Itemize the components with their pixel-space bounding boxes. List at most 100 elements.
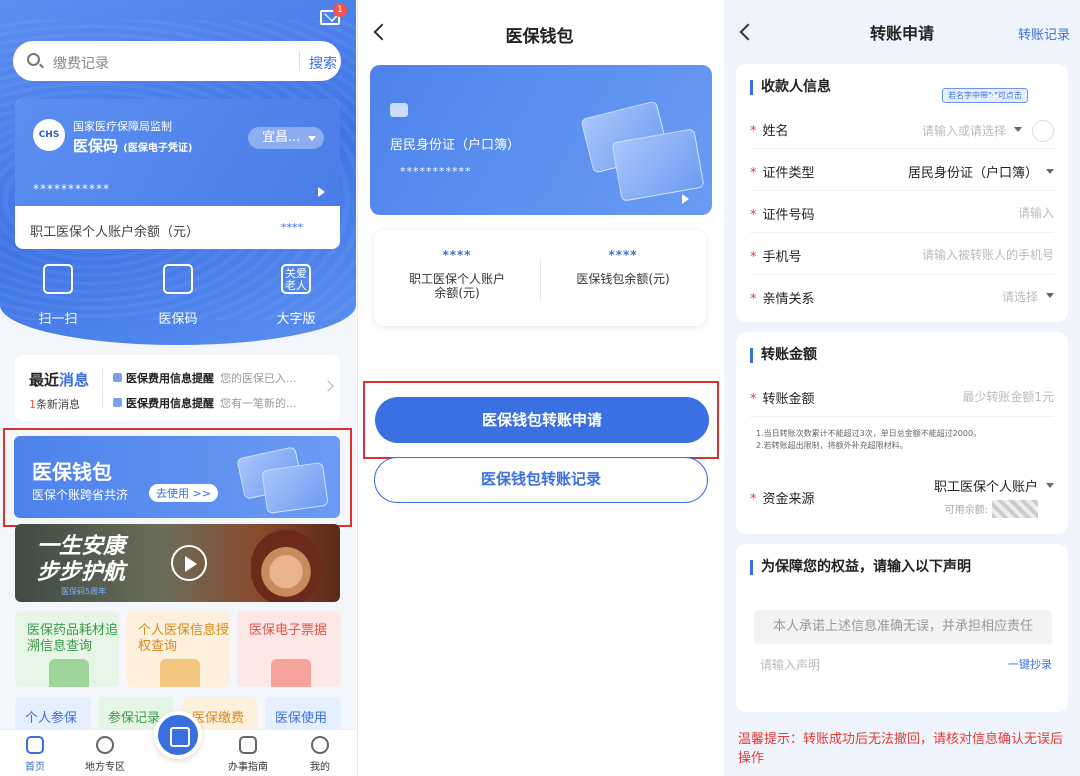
tab-label: 地方专区 <box>85 762 125 773</box>
card-title-note: (医保电子凭证) <box>123 143 193 154</box>
search-bar[interactable]: 缴费记录 搜索 <box>13 41 341 81</box>
qr-code-fab[interactable] <box>154 711 202 759</box>
middle-dot-hint[interactable]: 若名字中带"·"可点击 <box>942 88 1028 103</box>
payee-name-input[interactable]: 请输入或请选择 <box>922 120 1054 142</box>
medical-insurance-code-card[interactable]: CHS 国家医疗保障局监制 医保码 (医保电子凭证) 宜昌... *******… <box>15 99 340 249</box>
quick-scan-label: 扫一扫 <box>38 312 78 327</box>
fund-source-row[interactable]: 资金来源 职工医保个人账户 可用余额: <box>750 472 1054 522</box>
city-selector[interactable]: 宜昌... <box>248 127 324 149</box>
card-title: 医保码 (医保电子凭证) <box>73 135 192 156</box>
local-zone-icon <box>96 736 114 754</box>
promo-small: 医保码5周年 <box>61 587 107 596</box>
tab-profile[interactable]: 我的 <box>290 736 350 773</box>
phone-row[interactable]: 手机号 请输入被转账人的手机号 <box>750 234 1054 275</box>
nav-bar: 转账申请 转账记录 <box>724 0 1080 64</box>
balance-label: 医保钱包余额(元) <box>576 272 670 286</box>
balance-value: **** <box>608 248 638 262</box>
card-number: *********** <box>400 165 472 178</box>
quick-qr-code[interactable]: 医保码 <box>138 264 218 327</box>
play-icon[interactable] <box>171 545 207 581</box>
balance-label: 职工医保个人账户余额（元） <box>30 225 200 240</box>
amount-rule-2: 2.若转账超出限制，将额外补充超限材料。 <box>756 441 908 450</box>
quick-qr-label: 医保码 <box>158 312 198 327</box>
tab-label: 我的 <box>310 762 330 773</box>
transfer-apply-button[interactable]: 医保钱包转账申请 <box>375 397 709 443</box>
message-item[interactable]: 医保费用信息提醒 您有一笔新的... <box>113 395 297 411</box>
promo-headline-line2: 步步护航 <box>37 560 126 585</box>
nav-bar: 医保钱包 <box>358 0 721 64</box>
search-button[interactable]: 搜索 <box>309 53 337 73</box>
card-number: *********** <box>33 182 110 196</box>
relationship-select[interactable]: 请选择 <box>1002 288 1054 305</box>
card-header: CHS 国家医疗保障局监制 医保码 (医保电子凭证) 宜昌... *******… <box>15 99 340 206</box>
field-label: 证件号码 <box>750 204 815 223</box>
wallet-screen: 医保钱包 居民身份证（户口簿） *********** **** 职工医保个人账… <box>357 0 721 776</box>
promo-headline-line1: 一生安康 <box>37 534 126 559</box>
card-arrow-icon[interactable] <box>682 194 694 204</box>
message-icon <box>113 398 122 407</box>
id-type-select[interactable]: 居民身份证（户口簿） <box>908 162 1054 181</box>
tile-info-auth[interactable]: 个人医保信息授权查询 <box>126 611 230 687</box>
recent-messages[interactable]: 最近消息 1条新消息 医保费用信息提醒 您的医保已入... 医保费用信息提醒 您有一… <box>15 355 340 421</box>
transfer-records-button[interactable]: 医保钱包转账记录 <box>374 457 708 503</box>
messages-divider <box>102 367 103 409</box>
messages-title: 最近消息 <box>29 369 89 390</box>
transfer-records-link[interactable]: 转账记录 <box>1018 24 1070 43</box>
field-placeholder: 请选择 <box>1001 290 1038 304</box>
balance-value[interactable]: **** <box>281 221 303 234</box>
copy-declaration-button[interactable]: 一键抄录 <box>1008 656 1052 672</box>
tile-label: 医保药品耗材追溯信息查询 <box>27 623 119 654</box>
personal-account-balance[interactable]: **** 职工医保个人账户余额(元) <box>374 248 540 300</box>
wallet-balance[interactable]: **** 医保钱包余额(元) <box>540 248 706 286</box>
tab-home[interactable]: 首页 <box>5 736 65 773</box>
card-arrow-icon[interactable] <box>318 187 330 197</box>
search-divider <box>299 51 300 71</box>
available-balance: 可用余额: <box>945 500 1038 518</box>
amount-row[interactable]: 转账金额 最少转账金额1元 <box>750 376 1054 417</box>
id-number-row[interactable]: 证件号码 请输入 <box>750 192 1054 233</box>
tile-usage[interactable]: 医保使用 <box>265 697 341 733</box>
balance-value: **** <box>442 248 472 262</box>
tab-label: 首页 <box>25 762 45 773</box>
quick-large-font[interactable]: 关爱 老人 大字版 <box>256 264 336 327</box>
chevron-down-icon[interactable] <box>1014 127 1022 136</box>
id-number-input[interactable]: 请输入 <box>1018 204 1054 221</box>
balance-panel: **** 职工医保个人账户余额(元) **** 医保钱包余额(元) <box>374 230 706 326</box>
available-label: 可用余额: <box>944 505 988 516</box>
message-icon <box>113 373 122 382</box>
tab-guide[interactable]: 办事指南 <box>218 736 278 773</box>
fund-source-select[interactable]: 职工医保个人账户 <box>934 476 1054 495</box>
messages-count-number: 1 <box>29 398 36 411</box>
declaration-input[interactable]: 请输入声明 <box>760 656 820 673</box>
messages-title-a: 最近 <box>29 371 60 389</box>
tile-personal-enrollment[interactable]: 个人参保 <box>15 697 91 733</box>
card-title-main: 医保码 <box>73 137 119 155</box>
messages-title-b: 消息 <box>59 371 90 389</box>
field-label: 姓名 <box>750 120 789 139</box>
id-type-row[interactable]: 证件类型 居民身份证（户口簿） <box>750 150 1054 191</box>
tab-local-zone[interactable]: 地方专区 <box>75 736 135 773</box>
declaration-statement: 本人承诺上述信息准确无误，并承担相应责任 <box>754 610 1052 644</box>
search-input[interactable]: 缴费记录 <box>53 53 109 73</box>
promo-banner[interactable]: 一生安康 步步护航 医保码5周年 <box>15 524 340 602</box>
wallet-card[interactable]: 居民身份证（户口簿） *********** <box>370 65 712 215</box>
search-icon <box>27 53 40 66</box>
tile-label: 个人医保信息授权查询 <box>138 623 230 654</box>
page-title: 医保钱包 <box>505 27 574 47</box>
home-screen: 1 缴费记录 搜索 CHS 国家医疗保障局监制 医保码 (医保电子凭证) 宜昌.… <box>0 0 356 776</box>
phone-input[interactable]: 请输入被转账人的手机号 <box>922 246 1054 263</box>
transfer-application-screen: 转账申请 转账记录 收款人信息 若名字中带"·"可点击 姓名 请输入或请选择 证… <box>724 0 1080 776</box>
payee-name-row[interactable]: 姓名 请输入或请选择 <box>750 108 1054 149</box>
contact-picker-icon[interactable] <box>1032 120 1054 142</box>
field-label: 资金来源 <box>750 488 815 507</box>
tile-drug-tracing[interactable]: 医保药品耗材追溯信息查询 <box>15 611 119 687</box>
tile-label: 个人参保 <box>25 711 78 726</box>
message-item[interactable]: 医保费用信息提醒 您的医保已入... <box>113 370 297 386</box>
card-id-type: 居民身份证（户口簿） <box>390 138 521 153</box>
quick-scan[interactable]: 扫一扫 <box>18 264 98 327</box>
amount-input[interactable]: 最少转账金额1元 <box>962 388 1054 405</box>
profile-icon <box>311 736 329 754</box>
chevron-right-icon[interactable] <box>322 380 334 392</box>
tile-e-receipt[interactable]: 医保电子票据 <box>237 611 341 687</box>
relationship-row[interactable]: 亲情关系 请选择 <box>750 276 1054 317</box>
